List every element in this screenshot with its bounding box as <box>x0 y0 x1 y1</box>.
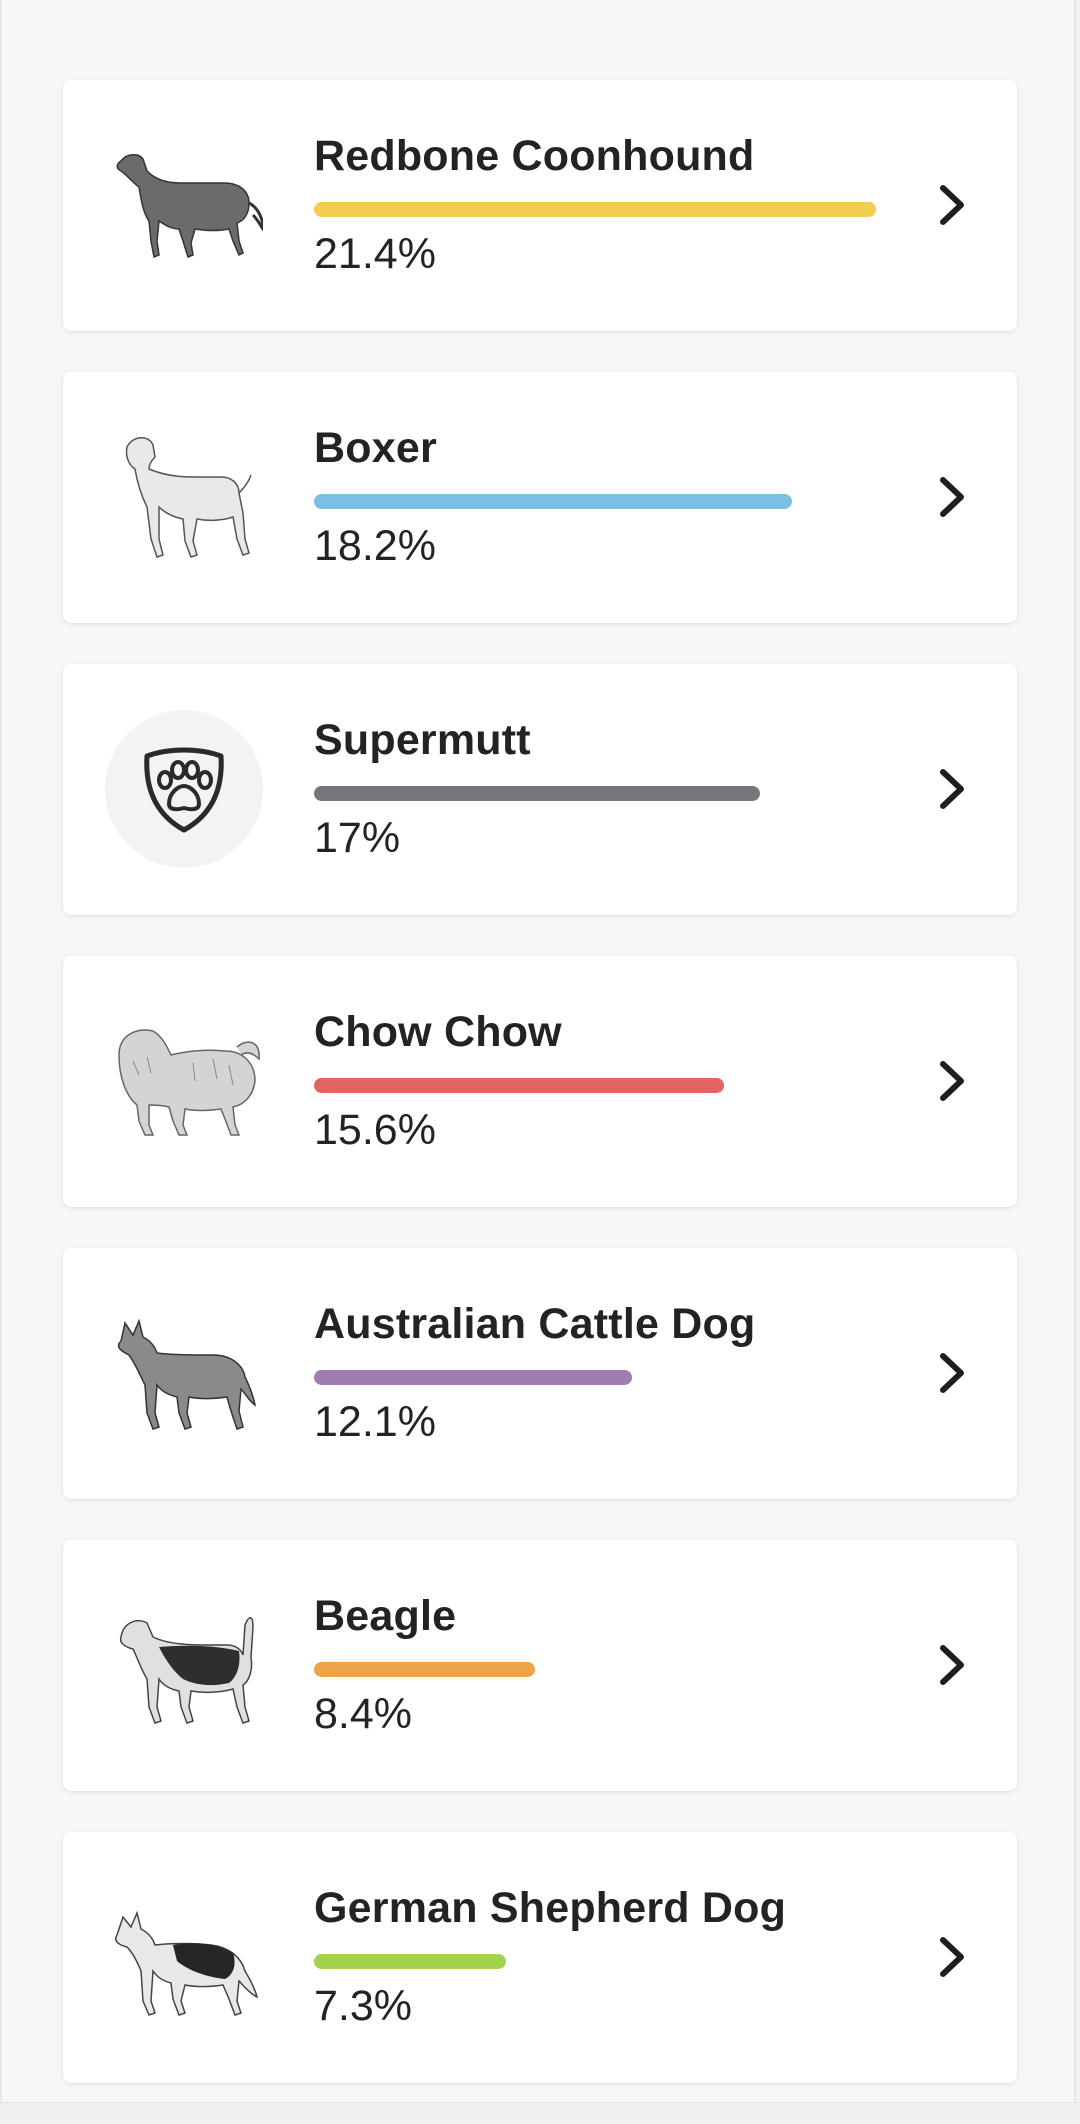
breed-name: Australian Cattle Dog <box>314 1300 756 1348</box>
boxer-icon <box>103 417 263 577</box>
breed-name: Beagle <box>314 1592 457 1640</box>
chevron-right-icon <box>940 477 964 517</box>
chevron-right-icon <box>940 1061 964 1101</box>
breed-card-beagle[interactable]: Beagle 8.4% <box>63 1540 1017 1791</box>
breed-percentage: 15.6% <box>314 1106 436 1154</box>
breed-name: Supermutt <box>314 716 531 764</box>
breed-percentage: 17% <box>314 814 401 862</box>
breed-percentage: 8.4% <box>314 1690 413 1738</box>
breed-percentage-bar <box>314 1954 506 1969</box>
breed-percentage: 18.2% <box>314 522 436 570</box>
breed-card-chow-chow[interactable]: Chow Chow 15.6% <box>63 956 1017 1207</box>
breed-card-australian-cattle-dog[interactable]: Australian Cattle Dog 12.1% <box>63 1248 1017 1499</box>
breed-percentage: 12.1% <box>314 1398 436 1446</box>
breed-percentage-bar <box>314 1662 535 1677</box>
chevron-right-icon <box>940 1937 964 1977</box>
breed-percentage-bar <box>314 786 760 801</box>
chevron-right-icon <box>940 769 964 809</box>
breed-card-supermutt[interactable]: Supermutt 17% <box>63 664 1017 915</box>
breed-name: Redbone Coonhound <box>314 132 755 180</box>
bottom-edge <box>0 2102 1080 2123</box>
breed-percentage: 7.3% <box>314 1982 413 2030</box>
breed-percentage-bar <box>314 1370 632 1385</box>
breed-name: Chow Chow <box>314 1008 562 1056</box>
australian-cattle-dog-icon <box>103 1293 263 1453</box>
breed-percentage: 21.4% <box>314 230 436 278</box>
breed-card-boxer[interactable]: Boxer 18.2% <box>63 372 1017 623</box>
breed-name: Boxer <box>314 424 437 472</box>
chevron-right-icon <box>940 1645 964 1685</box>
breed-percentage-bar <box>314 1078 724 1093</box>
chow-chow-icon <box>103 1001 263 1161</box>
beagle-icon <box>103 1585 263 1745</box>
chevron-right-icon <box>940 185 964 225</box>
paw-shield-icon <box>105 710 263 868</box>
breed-list: Redbone Coonhound 21.4% Boxer 18.2% Supe… <box>63 80 1017 2124</box>
breed-percentage-bar <box>314 202 876 217</box>
breed-percentage-bar <box>314 494 792 509</box>
redbone-coonhound-icon <box>103 125 263 285</box>
breed-name: German Shepherd Dog <box>314 1884 787 1932</box>
german-shepherd-dog-icon <box>103 1877 263 2037</box>
chevron-right-icon <box>940 1353 964 1393</box>
breed-card-redbone-coonhound[interactable]: Redbone Coonhound 21.4% <box>63 80 1017 331</box>
breed-card-german-shepherd-dog[interactable]: German Shepherd Dog 7.3% <box>63 1832 1017 2083</box>
